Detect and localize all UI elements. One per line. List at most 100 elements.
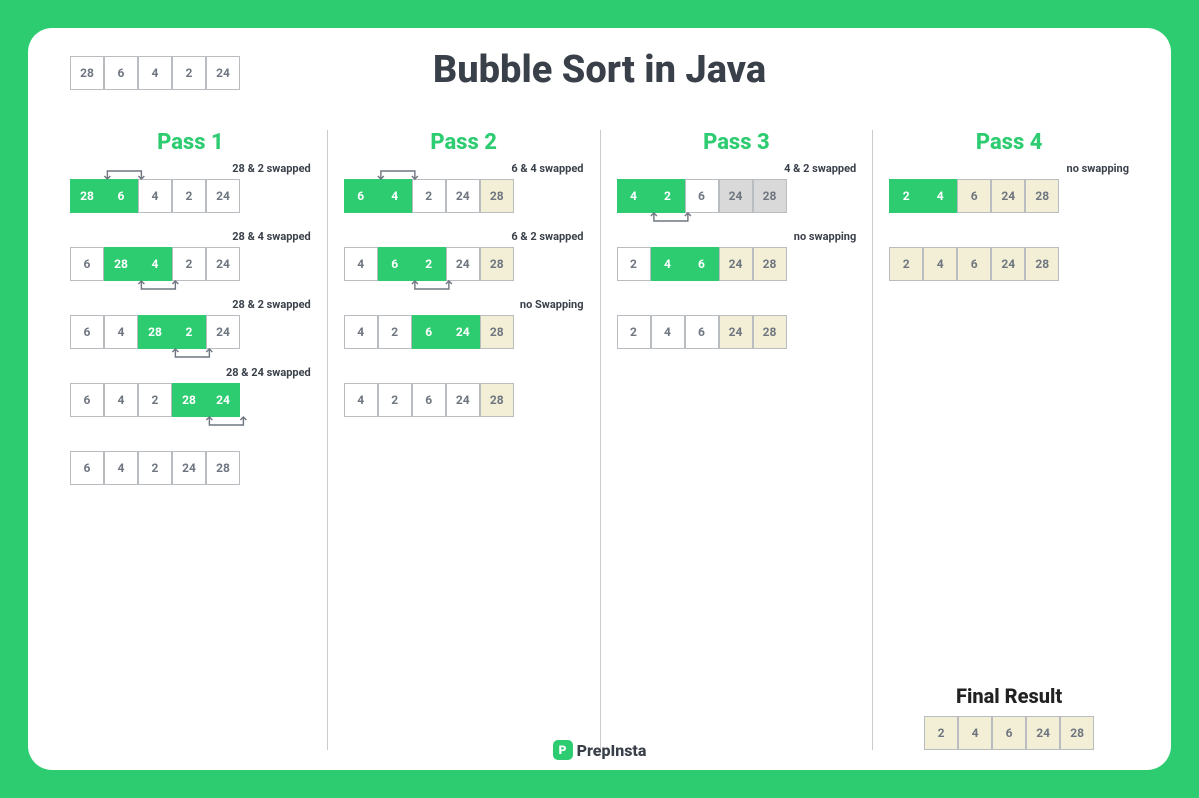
step-label: 4 & 2 swapped xyxy=(784,162,856,175)
brand-badge-icon: P xyxy=(553,740,573,760)
array-cell: 6 xyxy=(685,247,719,281)
array-cell: 6 xyxy=(344,179,378,213)
array-row: 2462428 xyxy=(889,179,1129,213)
array-cell: 28 xyxy=(1025,179,1059,213)
array-cell: 24 xyxy=(719,247,753,281)
array-row: 2462428 xyxy=(889,247,1129,281)
array-cell: 24 xyxy=(172,451,206,485)
brand-footer: P PrepInsta xyxy=(28,739,1171,760)
step: 4262428 xyxy=(344,383,584,417)
array-cell: 24 xyxy=(719,179,753,213)
step: 28 & 24 swapped6422824 xyxy=(70,383,311,417)
array-cell: 28 xyxy=(70,56,104,90)
array-cell: 4 xyxy=(138,179,172,213)
pass-title: Pass 2 xyxy=(344,130,584,155)
array-row: 6428224 xyxy=(70,315,311,349)
step-label: 28 & 4 swapped xyxy=(232,230,311,243)
array-cell: 6 xyxy=(104,56,138,90)
array-cell: 28 xyxy=(480,179,514,213)
array-cell: 28 xyxy=(104,247,138,281)
step: 28 & 2 swapped6428224 xyxy=(70,315,311,349)
array-cell: 4 xyxy=(923,179,957,213)
array-cell: 4 xyxy=(651,247,685,281)
array-cell: 2 xyxy=(378,315,412,349)
array-cell: 2 xyxy=(172,56,206,90)
array-cell: 6 xyxy=(378,247,412,281)
array-cell: 28 xyxy=(480,247,514,281)
array-cell: 6 xyxy=(412,383,446,417)
array-row: 6422428 xyxy=(70,451,311,485)
pass-column: Pass 26 & 4 swapped64224286 & 2 swapped4… xyxy=(327,130,600,750)
array-cell: 24 xyxy=(446,179,480,213)
step: no Swapping4262428 xyxy=(344,315,584,349)
array-cell: 24 xyxy=(206,247,240,281)
array-cell: 28 xyxy=(480,383,514,417)
array-cell: 4 xyxy=(104,315,138,349)
array-cell: 2 xyxy=(378,383,412,417)
array-cell: 24 xyxy=(206,383,240,417)
array-cell: 24 xyxy=(206,179,240,213)
array-cell: 28 xyxy=(480,315,514,349)
step-label: 28 & 2 swapped xyxy=(232,162,311,175)
array-cell: 2 xyxy=(172,247,206,281)
step-label: no Swapping xyxy=(520,298,584,311)
array-cell: 2 xyxy=(172,315,206,349)
step: 2462428 xyxy=(889,247,1129,281)
array-cell: 2 xyxy=(138,383,172,417)
array-cell: 24 xyxy=(991,179,1025,213)
array-cell: 6 xyxy=(104,179,138,213)
array-cell: 2 xyxy=(889,247,923,281)
initial-array-row: 2864224 xyxy=(70,56,240,90)
array-cell: 2 xyxy=(617,315,651,349)
array-cell: 6 xyxy=(70,315,104,349)
array-cell: 6 xyxy=(70,383,104,417)
array-cell: 24 xyxy=(991,247,1025,281)
step-label: no swapping xyxy=(794,230,856,243)
passes-container: Pass 128 & 2 swapped286422428 & 4 swappe… xyxy=(54,130,1145,750)
array-cell: 24 xyxy=(446,247,480,281)
array-row: 2462428 xyxy=(617,247,857,281)
array-cell: 24 xyxy=(206,56,240,90)
step: 28 & 2 swapped2864224 xyxy=(70,179,311,213)
array-cell: 6 xyxy=(957,179,991,213)
array-cell: 6 xyxy=(685,315,719,349)
array-cell: 28 xyxy=(70,179,104,213)
step: 4 & 2 swapped4262428 xyxy=(617,179,857,213)
array-row: 6422824 xyxy=(70,383,311,417)
array-cell: 28 xyxy=(753,179,787,213)
array-cell: 28 xyxy=(138,315,172,349)
array-cell: 4 xyxy=(138,247,172,281)
array-cell: 2 xyxy=(889,179,923,213)
array-cell: 24 xyxy=(446,315,480,349)
array-cell: 4 xyxy=(923,247,957,281)
array-cell: 24 xyxy=(206,315,240,349)
array-cell: 28 xyxy=(753,315,787,349)
array-cell: 6 xyxy=(685,179,719,213)
pass-column: Pass 128 & 2 swapped286422428 & 4 swappe… xyxy=(54,130,327,750)
brand-logo: P PrepInsta xyxy=(553,740,647,760)
step: no swapping2462428 xyxy=(889,179,1129,213)
array-row: 4622428 xyxy=(344,247,584,281)
array-row: 2462428 xyxy=(617,315,857,349)
array-cell: 24 xyxy=(719,315,753,349)
pass-column: Pass 34 & 2 swapped4262428no swapping246… xyxy=(600,130,873,750)
array-cell: 28 xyxy=(206,451,240,485)
final-result-title: Final Result xyxy=(889,684,1129,708)
initial-array: 2864224 xyxy=(70,56,240,90)
array-cell: 4 xyxy=(344,247,378,281)
array-cell: 6 xyxy=(70,451,104,485)
array-cell: 28 xyxy=(172,383,206,417)
step-label: no swapping xyxy=(1067,162,1129,175)
array-row: 6284224 xyxy=(70,247,311,281)
array-row: 4262428 xyxy=(344,383,584,417)
array-cell: 2 xyxy=(651,179,685,213)
array-row: 6422428 xyxy=(344,179,584,213)
array-cell: 4 xyxy=(617,179,651,213)
step-label: 28 & 2 swapped xyxy=(232,298,311,311)
step: 2462428 xyxy=(617,315,857,349)
array-cell: 4 xyxy=(104,383,138,417)
array-cell: 6 xyxy=(957,247,991,281)
pass-column: Pass 4no swapping24624282462428Final Res… xyxy=(872,130,1145,750)
step: 6422428 xyxy=(70,451,311,485)
array-cell: 4 xyxy=(344,315,378,349)
